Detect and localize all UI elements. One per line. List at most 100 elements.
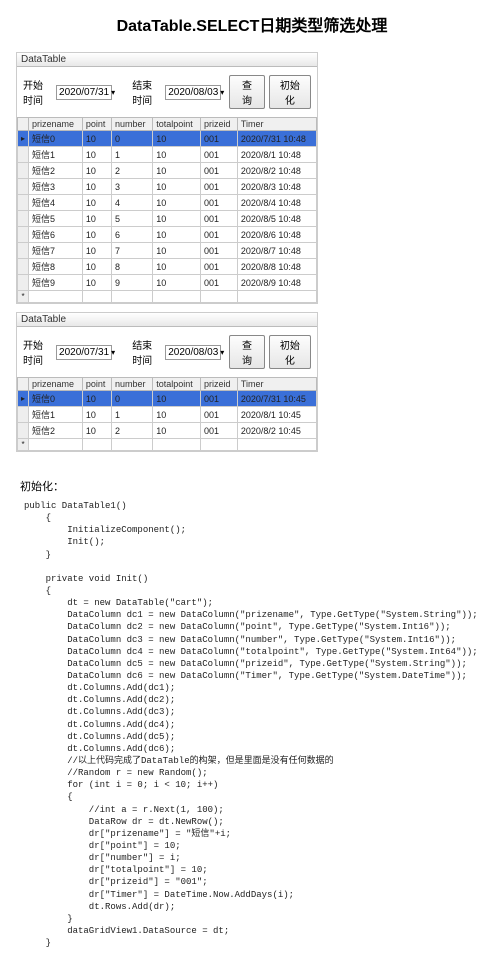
table-row[interactable]: 短信5105100012020/8/5 10:48 (18, 211, 317, 227)
query-button[interactable]: 查询 (229, 335, 265, 369)
table-row[interactable]: 短信4104100012020/8/4 10:48 (18, 195, 317, 211)
cell[interactable]: 10 (153, 423, 201, 439)
cell[interactable]: 0 (112, 391, 153, 407)
col-header[interactable]: totalpoint (153, 378, 201, 391)
cell[interactable]: 短信2 (29, 423, 83, 439)
cell[interactable]: 10 (153, 391, 201, 407)
chevron-down-icon[interactable]: ▾ (111, 348, 115, 357)
cell[interactable]: 2020/8/9 10:48 (237, 275, 316, 291)
cell[interactable]: 2020/8/1 10:45 (237, 407, 316, 423)
col-header[interactable]: totalpoint (153, 118, 201, 131)
cell[interactable]: 2020/8/7 10:48 (237, 243, 316, 259)
cell[interactable]: 5 (112, 211, 153, 227)
cell[interactable]: 10 (82, 407, 111, 423)
cell[interactable]: 001 (201, 243, 238, 259)
col-header[interactable]: Timer (237, 118, 316, 131)
cell[interactable]: 10 (153, 407, 201, 423)
chevron-down-icon[interactable]: ▾ (111, 88, 115, 97)
table-row[interactable]: ▸短信0100100012020/7/31 10:45 (18, 391, 317, 407)
table-row[interactable]: 短信1101100012020/8/1 10:45 (18, 407, 317, 423)
cell[interactable]: 001 (201, 195, 238, 211)
cell[interactable]: 001 (201, 407, 238, 423)
cell[interactable]: 10 (82, 147, 111, 163)
cell[interactable]: 001 (201, 227, 238, 243)
cell[interactable]: 8 (112, 259, 153, 275)
col-header[interactable]: number (112, 118, 153, 131)
cell[interactable]: 2 (112, 423, 153, 439)
cell[interactable]: 10 (153, 243, 201, 259)
cell[interactable]: 2020/7/31 10:48 (237, 131, 316, 147)
cell[interactable]: 9 (112, 275, 153, 291)
cell[interactable]: 短信6 (29, 227, 83, 243)
cell[interactable]: 10 (82, 259, 111, 275)
cell[interactable]: 7 (112, 243, 153, 259)
init-button[interactable]: 初始化 (269, 335, 311, 369)
col-header[interactable]: Timer (237, 378, 316, 391)
cell[interactable]: 短信2 (29, 163, 83, 179)
cell[interactable]: 2020/8/6 10:48 (237, 227, 316, 243)
cell[interactable]: 2020/8/2 10:45 (237, 423, 316, 439)
col-header[interactable]: prizename (29, 378, 83, 391)
cell[interactable]: 2 (112, 163, 153, 179)
init-button[interactable]: 初始化 (269, 75, 311, 109)
cell[interactable]: 001 (201, 275, 238, 291)
table-row[interactable]: 短信7107100012020/8/7 10:48 (18, 243, 317, 259)
cell[interactable]: 短信9 (29, 275, 83, 291)
cell[interactable]: 10 (82, 179, 111, 195)
cell[interactable]: 短信1 (29, 147, 83, 163)
cell[interactable]: 2020/8/4 10:48 (237, 195, 316, 211)
table-row[interactable]: 短信9109100012020/8/9 10:48 (18, 275, 317, 291)
cell[interactable]: 2020/8/5 10:48 (237, 211, 316, 227)
cell[interactable]: 短信8 (29, 259, 83, 275)
cell[interactable]: 2020/8/8 10:48 (237, 259, 316, 275)
cell[interactable]: 10 (153, 163, 201, 179)
end-date-input[interactable]: 2020/08/03▾ (165, 345, 221, 360)
cell[interactable]: 10 (153, 275, 201, 291)
start-date-input[interactable]: 2020/07/31▾ (56, 345, 112, 360)
cell[interactable]: 001 (201, 131, 238, 147)
table-row[interactable]: 短信1101100012020/8/1 10:48 (18, 147, 317, 163)
cell[interactable]: 10 (82, 423, 111, 439)
cell[interactable]: 6 (112, 227, 153, 243)
cell[interactable]: 10 (153, 259, 201, 275)
cell[interactable]: 10 (82, 131, 111, 147)
cell[interactable]: 10 (82, 195, 111, 211)
cell[interactable]: 0 (112, 131, 153, 147)
table-row[interactable]: * (18, 439, 317, 451)
cell[interactable]: 10 (153, 147, 201, 163)
cell[interactable]: 10 (82, 391, 111, 407)
cell[interactable]: 10 (82, 211, 111, 227)
cell[interactable]: 10 (82, 163, 111, 179)
cell[interactable]: 短信0 (29, 391, 83, 407)
cell[interactable]: 10 (82, 227, 111, 243)
col-header[interactable]: number (112, 378, 153, 391)
cell[interactable]: 2020/8/3 10:48 (237, 179, 316, 195)
cell[interactable]: 短信1 (29, 407, 83, 423)
table-row[interactable]: 短信6106100012020/8/6 10:48 (18, 227, 317, 243)
cell[interactable]: 001 (201, 211, 238, 227)
data-grid-bottom[interactable]: prizename point number totalpoint prizei… (17, 377, 317, 451)
chevron-down-icon[interactable]: ▾ (220, 348, 224, 357)
table-row[interactable]: 短信2102100012020/8/2 10:45 (18, 423, 317, 439)
col-header[interactable]: prizeid (201, 378, 238, 391)
cell[interactable]: 短信4 (29, 195, 83, 211)
cell[interactable]: 2020/7/31 10:45 (237, 391, 316, 407)
data-grid-top[interactable]: prizename point number totalpoint prizei… (17, 117, 317, 303)
cell[interactable]: 1 (112, 407, 153, 423)
cell[interactable]: 10 (82, 243, 111, 259)
cell[interactable]: 001 (201, 179, 238, 195)
cell[interactable]: 10 (153, 227, 201, 243)
col-header[interactable]: point (82, 118, 111, 131)
cell[interactable]: 2020/8/2 10:48 (237, 163, 316, 179)
end-date-input[interactable]: 2020/08/03▾ (165, 85, 221, 100)
cell[interactable]: 001 (201, 147, 238, 163)
chevron-down-icon[interactable]: ▾ (220, 88, 224, 97)
table-row[interactable]: 短信3103100012020/8/3 10:48 (18, 179, 317, 195)
cell[interactable]: 短信0 (29, 131, 83, 147)
cell[interactable]: 短信5 (29, 211, 83, 227)
cell[interactable]: 3 (112, 179, 153, 195)
col-header[interactable]: point (82, 378, 111, 391)
cell[interactable]: 2020/8/1 10:48 (237, 147, 316, 163)
cell[interactable]: 10 (153, 195, 201, 211)
cell[interactable]: 10 (153, 211, 201, 227)
